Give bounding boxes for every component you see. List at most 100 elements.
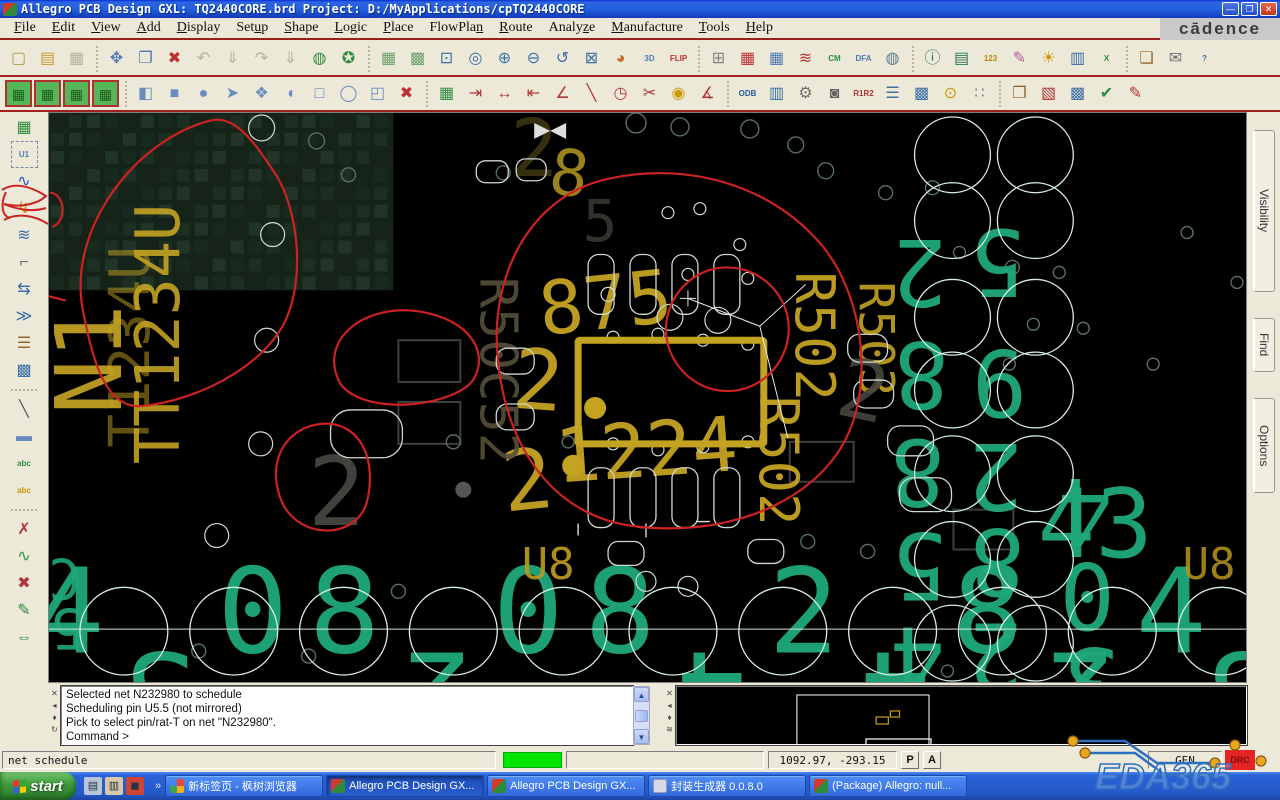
task-button-4[interactable]: 封装生成器 0.0.8.0	[648, 775, 807, 797]
title-bar[interactable]: Allegro PCB Design GXL: TQ2440CORE.brd P…	[0, 0, 1280, 18]
pin-drawing-icon[interactable]: ✪	[335, 45, 362, 72]
chip-editor-icon[interactable]: ▩	[1064, 80, 1091, 107]
mesh-icon[interactable]: ▩	[11, 357, 38, 384]
model-browser-icon[interactable]: ▧	[1035, 80, 1062, 107]
undock-mini-button[interactable]: ◂	[49, 700, 60, 711]
shape-arc-icon[interactable]: ◖	[277, 80, 304, 107]
menu-view[interactable]: View	[83, 19, 129, 37]
pin-escape-icon[interactable]: ⇥	[462, 80, 489, 107]
cm-view-icon[interactable]: CM	[821, 45, 848, 72]
odb-export-icon[interactable]: ODB	[734, 80, 761, 107]
new-drawing-icon[interactable]: ▢	[5, 45, 32, 72]
start-button[interactable]: start	[0, 772, 76, 800]
angle-arc-icon[interactable]: ∡	[694, 80, 721, 107]
pin-mini-button[interactable]: ♦	[49, 712, 60, 723]
task-button-1[interactable]: 新标签页 - 枫树浏览器	[165, 775, 324, 797]
quicklaunch-folder-icon[interactable]: ▥	[105, 777, 123, 795]
task-button-2[interactable]: Allegro PCB Design GX...	[326, 775, 485, 797]
footprint-icon[interactable]: ▦	[433, 80, 460, 107]
help-icon[interactable]: ?	[1191, 45, 1218, 72]
menu-place[interactable]: Place	[375, 19, 421, 37]
shape-rect-icon[interactable]: ■	[161, 80, 188, 107]
menu-display[interactable]: Display	[169, 19, 229, 37]
undock-mini-button[interactable]: ◂	[664, 700, 675, 711]
board-resize-icon[interactable]: ⇔	[11, 624, 38, 651]
board-step-2-icon[interactable]: ▦	[34, 80, 61, 107]
scrollbar-thumb[interactable]	[635, 709, 648, 722]
variants-icon[interactable]: R1R2	[850, 80, 877, 107]
restore-button[interactable]: ❐	[1241, 2, 1258, 16]
find-glow-icon[interactable]: ◉	[665, 80, 692, 107]
add-connect-icon[interactable]: ↯	[11, 195, 38, 222]
zoom-in-icon[interactable]: ⊕	[491, 45, 518, 72]
menu-file[interactable]: File	[6, 19, 44, 37]
close-button[interactable]: ✕	[1260, 2, 1277, 16]
select-cursor-icon[interactable]: ➤	[219, 80, 246, 107]
dehighlight-icon[interactable]: ☀	[1035, 45, 1062, 72]
dfa-table-icon[interactable]: DFA	[850, 45, 877, 72]
delete-icon[interactable]: ✖	[161, 45, 188, 72]
menu-add[interactable]: Add	[129, 19, 169, 37]
zoom-out-icon[interactable]: ⊖	[520, 45, 547, 72]
snapshot-camera-icon[interactable]: ◙	[821, 80, 848, 107]
color-priority-icon[interactable]: ▦	[763, 45, 790, 72]
menu-help[interactable]: Help	[738, 19, 781, 37]
net-edit-icon[interactable]: ✎	[11, 597, 38, 624]
footprint-u1-icon[interactable]: U1	[10, 141, 38, 168]
fanout-icon[interactable]: ≫	[11, 303, 38, 330]
dimension-angle-icon[interactable]: ∠	[549, 80, 576, 107]
board-step-4-icon[interactable]: ▦	[92, 80, 119, 107]
dimension-radius-icon[interactable]: ◷	[607, 80, 634, 107]
shape-add-icon[interactable]: ◧	[132, 80, 159, 107]
text-add-icon[interactable]: abc	[11, 450, 38, 477]
delay-tune-icon[interactable]: ≋	[11, 222, 38, 249]
task-button-3[interactable]: Allegro PCB Design GX...	[487, 775, 646, 797]
menu-logic[interactable]: Logic	[326, 19, 375, 37]
minimap-viewport[interactable]	[865, 738, 932, 744]
mail-icon[interactable]: ✉	[1162, 45, 1189, 72]
shadow-mode-icon[interactable]: ≋	[792, 45, 819, 72]
flip-board-icon[interactable]: FLIP	[665, 45, 692, 72]
rectangle-icon[interactable]: ▬	[11, 423, 38, 450]
board-step-1-icon[interactable]: ▦	[5, 80, 32, 107]
tab-options[interactable]: Options	[1252, 398, 1275, 493]
cross-section-icon[interactable]: ▥	[763, 80, 790, 107]
tab-visibility[interactable]: Visibility	[1252, 130, 1275, 292]
command-console[interactable]: Selected net N232980 to schedule Scheduli…	[60, 685, 634, 746]
import-logic-icon[interactable]: ▦	[11, 114, 38, 141]
layer-priority-icon[interactable]: ▥	[1064, 45, 1091, 72]
minimize-button[interactable]: —	[1222, 2, 1239, 16]
highlight-brush-icon[interactable]: ✎	[1006, 45, 1033, 72]
pad-designer-icon[interactable]: ▩	[908, 80, 935, 107]
net-schedule-icon[interactable]: ∿	[11, 168, 38, 195]
console-scrollbar[interactable]: ▲ ▼	[633, 686, 650, 745]
scroll-down-icon[interactable]: ▼	[634, 729, 649, 744]
shape-polygon-icon[interactable]: ❖	[248, 80, 275, 107]
pin-mini-button[interactable]: ♦	[664, 712, 675, 723]
close-mini-button[interactable]: ✕	[664, 688, 675, 699]
text-edit-icon[interactable]: abc	[11, 477, 38, 504]
measure-icon[interactable]: 123	[977, 45, 1004, 72]
gloss-icon[interactable]: ⌐	[11, 249, 38, 276]
quicklaunch-app-icon[interactable]: ◼	[126, 777, 144, 795]
line-icon[interactable]: ╲	[11, 396, 38, 423]
zoom-previous-icon[interactable]: ↺	[549, 45, 576, 72]
swap-pins-icon[interactable]: ⇆	[11, 276, 38, 303]
wrench-tools-icon[interactable]: ⚙	[792, 80, 819, 107]
minimap-panel[interactable]	[675, 685, 1248, 746]
web-publish-icon[interactable]: ◍	[306, 45, 333, 72]
testpoint-icon[interactable]: ⊙	[937, 80, 964, 107]
shape-delete-icon[interactable]: ✖	[393, 80, 420, 107]
design-canvas[interactable]: 4S0820842482485084280528428N1TT1234UT123…	[48, 112, 1247, 683]
open-drawing-icon[interactable]: ▤	[34, 45, 61, 72]
menu-setup[interactable]: Setup	[228, 19, 276, 37]
journal-icon[interactable]: ❏	[1133, 45, 1160, 72]
menu-flowplan[interactable]: FlowPlan	[421, 19, 491, 37]
chevron-icon[interactable]: »	[155, 780, 161, 792]
menu-edit[interactable]: Edit	[44, 19, 83, 37]
signoff-pen-icon[interactable]: ✎	[1122, 80, 1149, 107]
scroll-up-icon[interactable]: ▲	[634, 687, 649, 702]
move-icon[interactable]: ✥	[103, 45, 130, 72]
copy-icon[interactable]: ❐	[132, 45, 159, 72]
tab-find[interactable]: Find	[1252, 318, 1275, 372]
